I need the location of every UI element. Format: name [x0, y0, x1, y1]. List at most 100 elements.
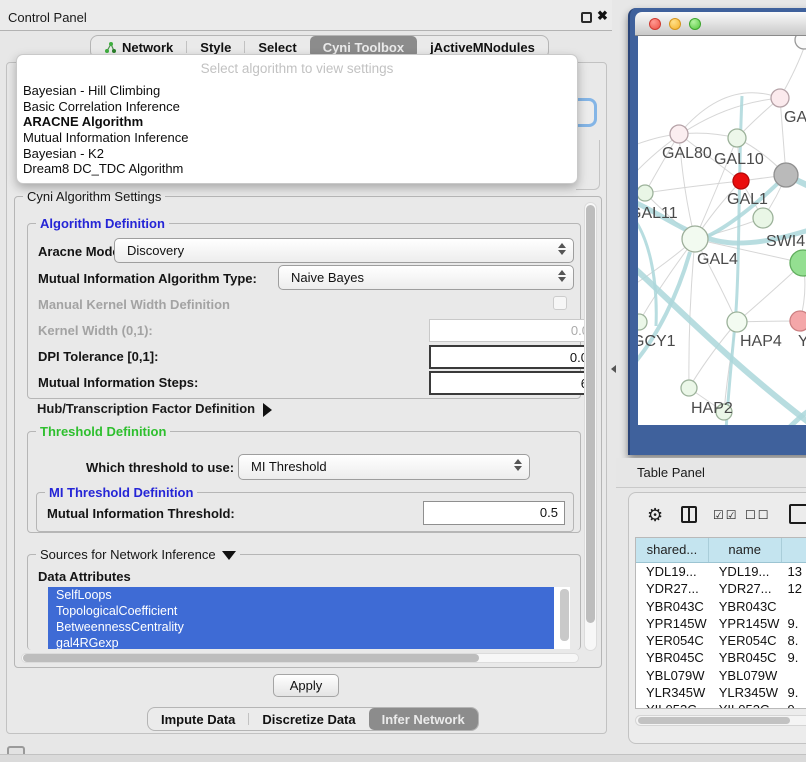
network-node-label: GAL4 [697, 251, 738, 268]
network-node-hap4[interactable] [727, 312, 747, 332]
table-cell: 8. [782, 632, 806, 649]
tab-infer-network[interactable]: Infer Network [369, 708, 478, 730]
table-cell: YLR345W [709, 684, 782, 701]
algorithm-dropdown-item[interactable]: Basic Correlation Inference [17, 99, 577, 115]
data-attribute-item[interactable]: BetweennessCentrality [48, 619, 554, 635]
table-cell: 9. [782, 615, 806, 632]
stepper-arrows-icon [514, 459, 522, 471]
traffic-light-zoom-icon[interactable] [689, 18, 701, 30]
network-edge [645, 134, 679, 193]
table-cell: 9. [782, 649, 806, 666]
network-node-label: GAL [784, 109, 806, 126]
table-row[interactable]: YBR045CYBR045C9. [636, 649, 806, 666]
table-cell: YPR145W [636, 615, 709, 632]
table-toolbar: ⚙ ☑☑ ☐☐ [629, 503, 806, 533]
network-node-gal4[interactable] [682, 226, 708, 252]
data-attribute-item[interactable]: SelfLoops [48, 587, 554, 603]
network-node-gal10[interactable] [728, 129, 746, 147]
network-node-gal[interactable] [771, 89, 789, 107]
mi-threshold-label: Mutual Information Threshold: [47, 506, 235, 521]
network-edge [679, 93, 780, 134]
network-node-swi4[interactable] [790, 250, 806, 276]
network-node-label: GAL11 [638, 205, 678, 222]
aracne-mode-combo[interactable]: Discovery [114, 238, 574, 263]
expand-right-icon [263, 403, 272, 417]
algorithm-dropdown-item[interactable]: Dream8 DC_TDC Algorithm [17, 161, 577, 177]
algorithm-dropdown-item[interactable]: Bayesian - Hill Climbing [17, 83, 577, 99]
table-column-header[interactable] [782, 538, 806, 562]
panel-resize-handle[interactable] [611, 365, 616, 373]
network-node[interactable] [795, 36, 806, 49]
network-node-y[interactable] [790, 311, 806, 331]
network-canvas[interactable]: GALGAL80GAL10GAL1GAL11SWI4GAL4GCY1HAP4YH… [638, 36, 806, 425]
network-node[interactable] [733, 173, 749, 189]
settings-horizontal-scrollbar[interactable] [21, 653, 579, 663]
table-cell: YDR27... [636, 580, 709, 597]
deselect-all-icon[interactable]: ☐☐ [745, 508, 771, 522]
close-icon[interactable]: ✖ [597, 8, 608, 24]
table-row[interactable]: YBL079WYBL079W [636, 667, 806, 684]
algorithm-dropdown-item[interactable]: Bayesian - K2 [17, 146, 577, 162]
network-node-label: Y [798, 333, 806, 350]
hub-section-toggle[interactable]: Hub/Transcription Factor Definition [37, 401, 272, 417]
node-table: shared...name YDL19...YDL19...13YDR27...… [635, 537, 806, 709]
algorithm-dropdown-item[interactable]: Mutual Information Inference [17, 130, 577, 146]
table-cell: YLR345W [636, 684, 709, 701]
mi-steps-field[interactable]: 6 [429, 371, 596, 395]
table-horizontal-scrollbar[interactable] [635, 715, 806, 726]
algorithm-dropdown-item[interactable]: ARACNE Algorithm [17, 114, 577, 130]
table-row[interactable]: YPR145WYPR145W9. [636, 615, 806, 632]
select-all-icon[interactable]: ☑☑ [713, 508, 739, 522]
table-column-header[interactable]: name [709, 538, 782, 562]
table-row[interactable]: YER054CYER054C8. [636, 632, 806, 649]
data-attribute-item[interactable]: gal4RGexp [48, 635, 554, 649]
table-row[interactable]: YIL052CYIL052C9 [636, 701, 806, 709]
apply-button[interactable]: Apply [273, 674, 339, 697]
table-cell [782, 667, 806, 684]
mi-threshold-definition-group: MI Threshold Definition Mutual Informati… [36, 492, 574, 532]
network-node-gal80[interactable] [670, 125, 688, 143]
gear-icon[interactable]: ⚙ [647, 505, 663, 526]
group-title: Threshold Definition [36, 424, 170, 439]
network-window-titlebar [635, 12, 806, 36]
sources-group-title[interactable]: Sources for Network Inference [36, 547, 240, 562]
which-threshold-combo[interactable]: MI Threshold [238, 454, 530, 480]
document-icon[interactable] [789, 504, 806, 524]
tab-discretize-data[interactable]: Discretize Data [249, 708, 368, 730]
table-column-header[interactable]: shared... [636, 538, 709, 562]
float-window-icon[interactable] [581, 12, 592, 23]
group-title: Cyni Algorithm Settings [23, 189, 165, 204]
kernel-width-label: Kernel Width (0,1): [38, 323, 153, 338]
tab-impute-data[interactable]: Impute Data [148, 708, 248, 730]
network-node-label: GAL80 [662, 145, 712, 162]
network-node-hap2[interactable] [681, 380, 697, 396]
manual-kernel-width-label: Manual Kernel Width Definition [38, 297, 230, 312]
table-row[interactable]: YLR345WYLR345W9. [636, 684, 806, 701]
collapse-down-icon [222, 551, 236, 560]
group-title: Algorithm Definition [36, 216, 169, 231]
dpi-tolerance-field[interactable]: 0.0 [429, 345, 596, 369]
network-node-gal11[interactable] [638, 185, 653, 201]
list-scrollbar[interactable] [560, 589, 569, 641]
network-node-label: HAP2 [691, 400, 733, 417]
columns-icon[interactable] [681, 506, 697, 523]
network-edge [689, 239, 695, 388]
table-row[interactable]: YDL19...YDL19...13 [636, 563, 806, 580]
mi-threshold-field[interactable]: 0.5 [423, 501, 565, 525]
traffic-light-minimize-icon[interactable] [669, 18, 681, 30]
data-attribute-item[interactable]: TopologicalCoefficient [48, 603, 554, 619]
settings-vertical-scrollbar[interactable] [584, 202, 597, 651]
data-attributes-list[interactable]: SelfLoopsTopologicalCoefficientBetweenne… [48, 587, 570, 649]
table-cell: YBR045C [709, 649, 782, 666]
traffic-light-close-icon[interactable] [649, 18, 661, 30]
table-cell: YBR043C [636, 598, 709, 615]
table-row[interactable]: YDR27...YDR27...12 [636, 580, 806, 597]
mi-algorithm-type-combo[interactable]: Naive Bayes [278, 265, 574, 290]
table-row[interactable]: YBR043CYBR043C [636, 598, 806, 615]
control-panel-title: Control Panel [8, 10, 87, 25]
table-body: YDL19...YDL19...13YDR27...YDR27...12YBR0… [636, 563, 806, 709]
table-panel-titlebar: Table Panel [616, 458, 806, 488]
network-node[interactable] [774, 163, 798, 187]
network-node-gcy1[interactable] [638, 314, 647, 330]
network-node-gal1[interactable] [753, 208, 773, 228]
